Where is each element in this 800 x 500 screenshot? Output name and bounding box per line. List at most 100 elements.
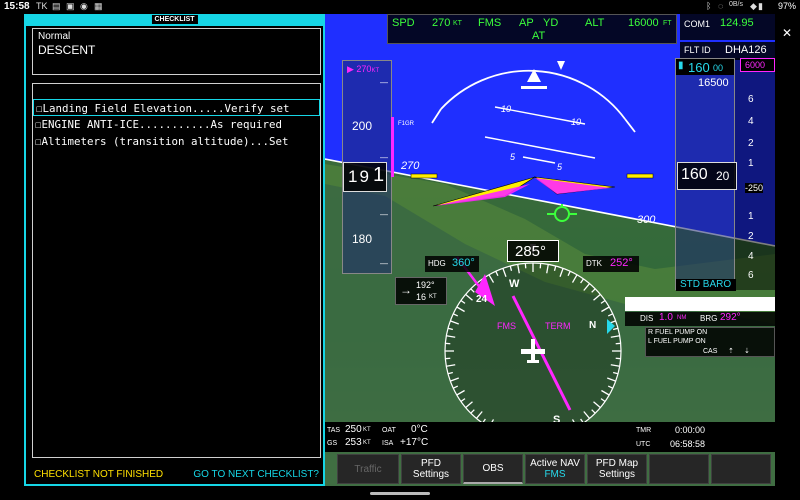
status-app-icon: TK xyxy=(36,1,48,11)
flight-mode-annunciator: SPD 270 KT FMS AP YD AT ALT 16000 FT xyxy=(387,14,677,44)
dis-unit: NM xyxy=(677,315,687,321)
checklist-item[interactable]: ☐ENGINE ANTI-ICE...........As required xyxy=(33,116,320,133)
cas-messages[interactable]: R FUEL PUMP ON L FUEL PUMP ON CAS ⇡ ⇣ xyxy=(645,327,775,357)
softkey-label: PFD xyxy=(421,458,441,469)
vs-tick: 1 xyxy=(748,158,754,169)
speed-bug-value: ▶ 270KT xyxy=(347,64,380,74)
wind-speed: 16 xyxy=(416,292,427,302)
wind-direction: 192° xyxy=(416,280,435,290)
com1-box[interactable]: COM1 124.95 xyxy=(680,14,775,40)
dis-value: 1.0 xyxy=(659,312,673,323)
info-bar xyxy=(625,297,775,311)
softkey-label: Settings xyxy=(412,469,450,480)
fma-at: AT xyxy=(532,30,546,42)
softkey-empty[interactable] xyxy=(649,454,709,484)
brg-label: BRG xyxy=(700,314,718,323)
checklist-category: Normal xyxy=(38,31,71,42)
tmr-value[interactable]: 0:00:00 xyxy=(675,425,705,435)
cas-scroll-up-icon[interactable]: ⇡ xyxy=(728,347,734,355)
pitch-label: 10 xyxy=(571,117,582,127)
status-time: 15:58 xyxy=(4,1,30,12)
vs-tick: 2 xyxy=(748,231,754,242)
checklist-items: ☐Landing Field Elevation.....Verify set … xyxy=(32,83,321,458)
aircraft-symbol-right xyxy=(626,173,654,179)
softkey-traffic[interactable]: Traffic xyxy=(337,454,399,484)
brg-value: 292° xyxy=(720,312,741,323)
mute-icon: ◌ xyxy=(718,1,724,11)
horizon-heading-label: 270 xyxy=(401,160,420,172)
term-mode-label: TERM xyxy=(545,321,571,331)
current-heading-box: 285° xyxy=(507,240,559,262)
bluetooth-icon: ᛒ xyxy=(706,1,712,11)
wind-arrow-icon: → xyxy=(400,283,412,297)
cas-scroll-down-icon[interactable]: ⇣ xyxy=(744,347,750,355)
softkey-label: Settings xyxy=(598,469,636,480)
vs-tick: 4 xyxy=(748,251,754,262)
altitude-roller: 20 xyxy=(716,169,730,183)
pitch-label: 5 xyxy=(510,152,516,162)
aircraft-symbol-left xyxy=(410,173,438,179)
speed-trend-bar xyxy=(391,117,394,177)
utc-value: 06:58:58 xyxy=(670,439,706,449)
tape-tick: — xyxy=(380,153,388,162)
alt-bug-icon: ▮ xyxy=(678,60,684,71)
dtk-value: 252° xyxy=(610,257,633,269)
notification-icon: ▤ xyxy=(52,1,61,11)
desired-track: DTK 252° xyxy=(583,256,639,272)
data-rate: 0B/s xyxy=(729,1,744,8)
checklist-category-selector[interactable]: Normal DESCENT xyxy=(32,28,321,75)
dtk-label: DTK xyxy=(586,259,602,268)
checklist-item[interactable]: ☐Altimeters (transition altitude)...Set xyxy=(33,133,320,150)
checklist-item[interactable]: ☐Landing Field Elevation.....Verify set xyxy=(33,99,320,116)
primary-flight-display: SPD 270 KT FMS AP YD AT ALT 16000 FT COM… xyxy=(325,14,775,486)
cas-label: CAS xyxy=(703,348,718,355)
softkey-active-nav[interactable]: Active NAV FMS xyxy=(525,454,585,484)
horizon-heading-label: 300 xyxy=(637,214,656,226)
checklist-phase: DESCENT xyxy=(38,43,96,57)
vs-tick: 6 xyxy=(748,94,754,105)
baro-setting[interactable]: STD BARO xyxy=(676,279,736,291)
gs-value: 253 xyxy=(345,437,362,448)
vertical-speed-tape: 6 4 2 1 1 2 4 6 -250 xyxy=(735,58,775,290)
compass-label: W xyxy=(509,278,520,290)
pitch-label: 10 xyxy=(501,104,512,114)
flt-id-value: DHA126 xyxy=(725,44,767,56)
baro-label: STD BARO xyxy=(680,279,732,290)
tape-tick: — xyxy=(380,78,388,87)
current-airspeed-box: 19 1 xyxy=(343,162,387,192)
fma-alt: ALT xyxy=(585,17,605,29)
heading-select[interactable]: HDG 360° xyxy=(425,256,479,272)
close-icon[interactable]: ✕ xyxy=(782,26,792,40)
speed-tick-200: 200 xyxy=(352,119,373,133)
distance-bearing: DIS 1.0 NM BRG 292° xyxy=(625,312,775,326)
fms-source-label: FMS xyxy=(497,321,516,331)
altitude-digits: 160 xyxy=(681,166,708,183)
notification-icon: ▣ xyxy=(66,1,75,11)
home-gesture-handle[interactable] xyxy=(370,492,430,495)
checklist-title: CHECKLIST xyxy=(151,15,198,24)
softkey-pfd-map-settings[interactable]: PFD Map Settings xyxy=(587,454,647,484)
target-altitude-box: 6000 xyxy=(740,58,775,72)
cas-message: R FUEL PUMP ON xyxy=(648,329,708,336)
fma-alt-value: 16000 xyxy=(628,17,659,29)
gs-label: GS xyxy=(327,440,338,447)
slip-indicator xyxy=(521,86,547,89)
airspeed-roller: 1 xyxy=(373,164,385,186)
softkey-obs[interactable]: OBS xyxy=(463,454,523,484)
isa-value: +17°C xyxy=(400,437,429,448)
selected-altitude-box[interactable]: ▮ 160 00 xyxy=(676,59,734,75)
tas-label: TAS xyxy=(327,427,341,434)
next-checklist-button[interactable]: GO TO NEXT CHECKLIST? xyxy=(193,469,319,480)
dis-label: DIS xyxy=(640,314,654,323)
flap-speed-label: F1GR xyxy=(398,121,415,127)
tmr-label: TMR xyxy=(636,427,652,434)
flt-id-label: FLT ID xyxy=(684,45,711,55)
wind-box: → 192° 16 KT xyxy=(395,277,447,305)
softkey-label: PFD Map xyxy=(595,458,639,469)
selected-altitude-small: 00 xyxy=(713,63,724,73)
battery-percent: 97% xyxy=(777,1,796,11)
target-altitude-value: 6000 xyxy=(745,60,766,70)
softkey-empty[interactable] xyxy=(711,454,771,484)
fma-fms: FMS xyxy=(478,17,502,29)
softkey-pfd-settings[interactable]: PFD Settings xyxy=(401,454,461,484)
